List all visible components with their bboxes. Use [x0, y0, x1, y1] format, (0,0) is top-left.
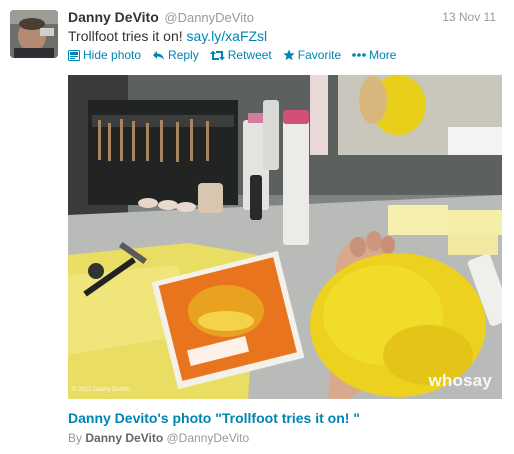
tweet-link[interactable]: say.ly/xaFZsl — [187, 28, 268, 44]
tweet-text-body: Trollfoot tries it on! — [68, 28, 187, 44]
tweet-header: Danny DeVito @DannyDeVito 13 Nov 11 — [68, 8, 504, 26]
photo-scene — [68, 75, 502, 399]
photo-icon — [68, 49, 80, 61]
tweet: Danny DeVito @DannyDeVito 13 Nov 11 Trol… — [0, 0, 514, 454]
more-button[interactable]: More — [352, 47, 396, 63]
whosay-watermark: whosay — [428, 371, 492, 390]
retweet-button[interactable]: Retweet — [209, 47, 272, 63]
photo-caption-title[interactable]: Danny Devito's photo "Trollfoot tries it… — [68, 410, 360, 426]
hide-photo-label: Hide photo — [83, 48, 142, 62]
reply-icon — [152, 50, 165, 61]
favorite-label: Favorite — [297, 48, 342, 62]
author-username[interactable]: @DannyDeVito — [164, 10, 254, 25]
byline-prefix: By — [68, 431, 83, 445]
tweet-timestamp[interactable]: 13 Nov 11 — [442, 8, 496, 26]
avatar[interactable] — [10, 10, 58, 58]
reply-label: Reply — [168, 48, 199, 62]
more-label: More — [369, 48, 397, 62]
favorite-button[interactable]: Favorite — [283, 47, 341, 63]
retweet-icon — [209, 50, 225, 61]
tweet-photo[interactable]: © 2012 Danny DeVito whosay — [68, 75, 502, 399]
tweet-text: Trollfoot tries it on! say.ly/xaFZsl — [68, 27, 267, 45]
reply-button[interactable]: Reply — [152, 47, 199, 63]
photo-caption-byline: By Danny DeVito @DannyDeVito — [68, 431, 249, 445]
byline-name[interactable]: Danny DeVito — [85, 431, 163, 445]
author-fullname[interactable]: Danny DeVito — [68, 9, 159, 25]
photo-copyright: © 2012 Danny DeVito — [72, 387, 131, 393]
tweet-actions: Hide photo Reply Retweet Favorite More — [68, 47, 396, 63]
retweet-label: Retweet — [227, 48, 272, 62]
more-dots-icon — [352, 52, 366, 58]
byline-username[interactable]: @DannyDeVito — [167, 431, 250, 445]
star-icon — [283, 49, 295, 61]
hide-photo-button[interactable]: Hide photo — [68, 47, 141, 63]
